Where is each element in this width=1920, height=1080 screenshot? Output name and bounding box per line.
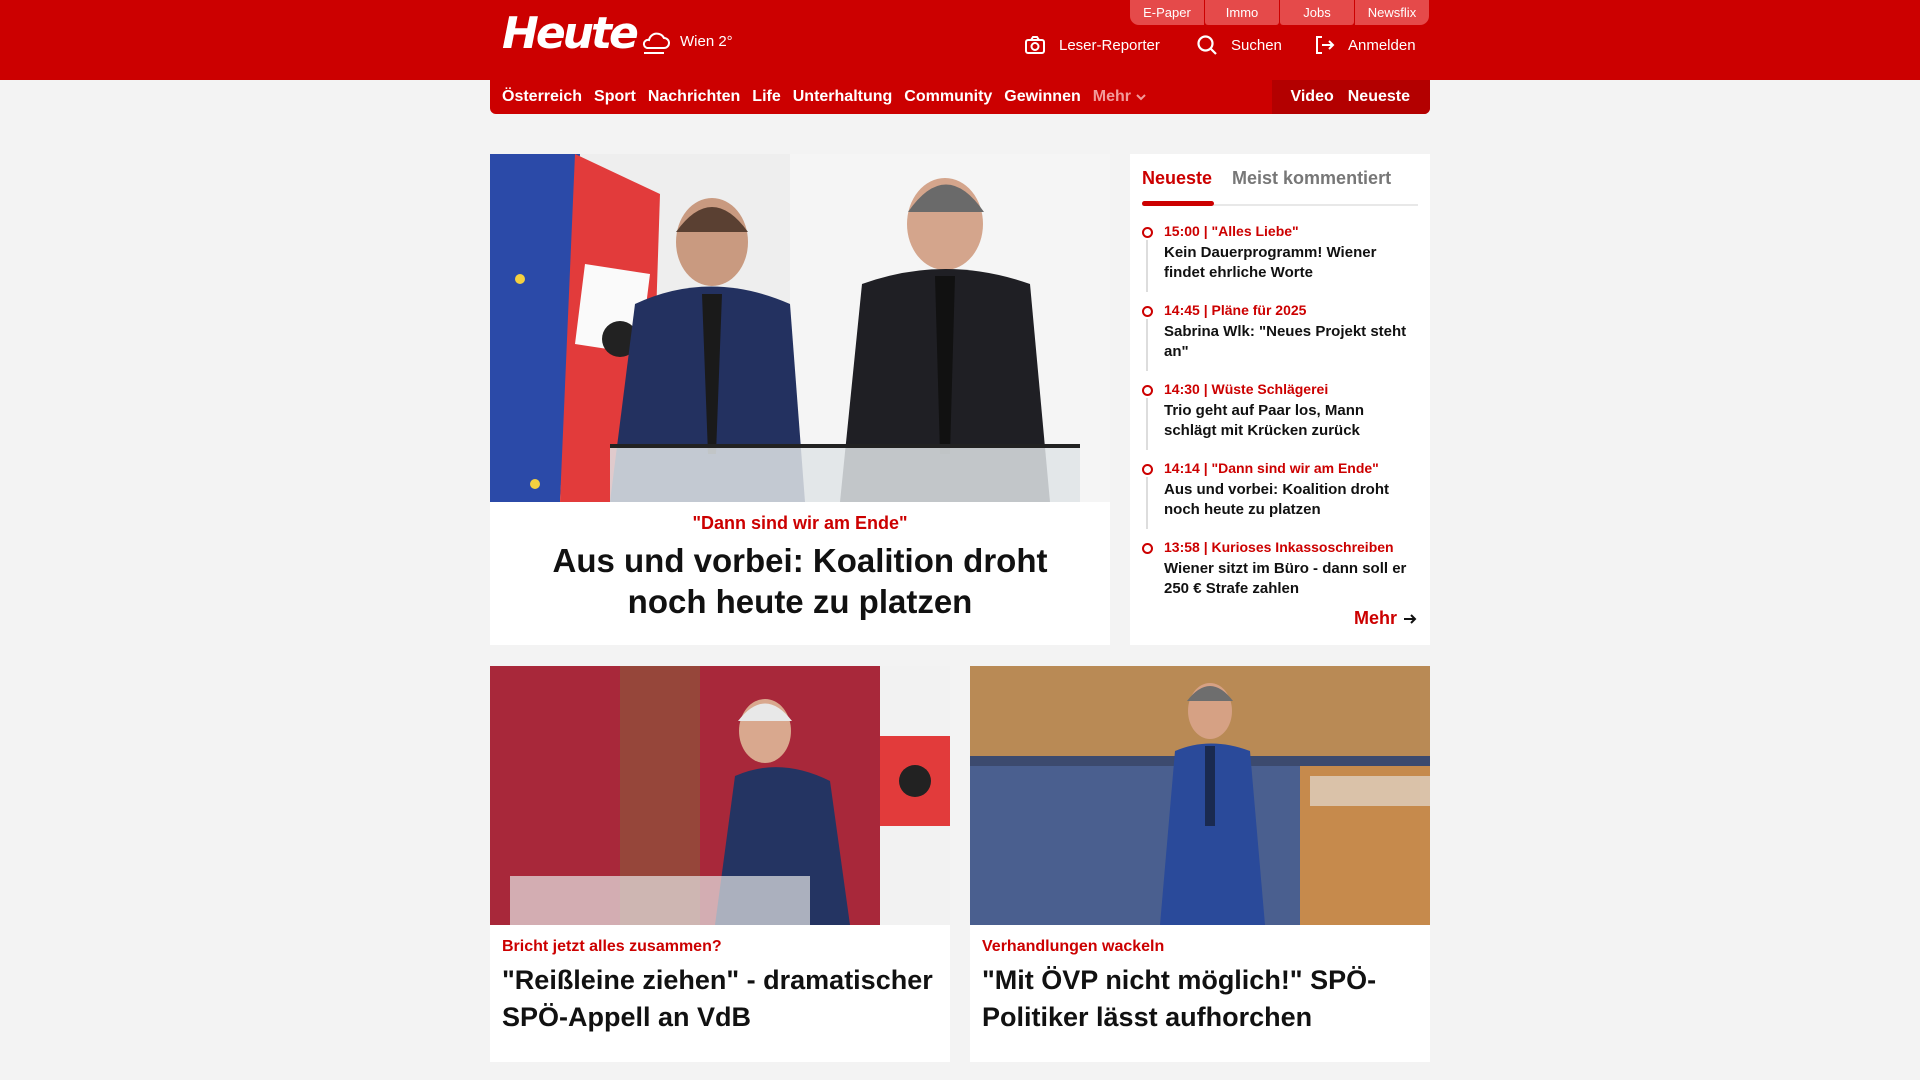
nav-item-oesterreich[interactable]: Österreich [502,88,582,106]
card-title[interactable]: "Reißleine ziehen" - dramatischer SPÖ-Ap… [502,962,938,1036]
camera-icon [1025,36,1045,54]
latest-item-title[interactable]: Sabrina Wlk: "Neues Projekt steht an" [1164,322,1418,362]
nav-item-community[interactable]: Community [904,88,992,106]
nav-item-gewinnen[interactable]: Gewinnen [1004,88,1080,106]
weather-label: Wien 2° [680,32,733,50]
article-image[interactable] [970,666,1430,925]
latest-news-panel: Neueste Meist kommentiert 15:00 | "Alles… [1130,154,1430,645]
latest-list: 15:00 | "Alles Liebe" Kein Dauerprogramm… [1142,222,1418,617]
hero-kicker: "Dann sind wir am Ende" [692,513,908,533]
latest-tabs: Neueste Meist kommentiert [1142,162,1418,206]
top-links: E-Paper Immo Jobs Newsflix [1130,0,1429,25]
timeline-line [1146,319,1148,371]
latest-item-meta: 14:30 | Wüste Schlägerei [1164,381,1329,397]
latest-item-meta: 14:14 | "Dann sind wir am Ende" [1164,460,1379,476]
latest-item[interactable]: 14:14 | "Dann sind wir am Ende" Aus und … [1142,459,1418,538]
toplink-newsflix[interactable]: Newsflix [1355,0,1429,25]
timeline-dot [1142,227,1153,238]
nav-latest[interactable]: Neueste [1348,88,1410,106]
card-kicker: Bricht jetzt alles zusammen? [502,938,722,955]
more-label: Mehr [1353,608,1397,628]
timeline-dot [1142,464,1153,475]
timeline-line [1146,398,1148,450]
timeline-line [1146,240,1148,292]
latest-item-title[interactable]: Trio geht auf Paar los, Mann schlägt mit… [1164,401,1418,441]
card-title[interactable]: "Mit ÖVP nicht möglich!" SPÖ-Politiker l… [982,962,1418,1036]
nav-item-unterhaltung[interactable]: Unterhaltung [793,88,893,106]
latest-item-meta: 15:00 | "Alles Liebe" [1164,223,1299,239]
cloud-sun-icon [642,32,670,54]
main-nav: Österreich Sport Nachrichten Life Unterh… [490,80,1430,114]
nav-item-nachrichten[interactable]: Nachrichten [648,88,740,106]
chevron-down-icon [1136,94,1146,101]
latest-item[interactable]: 14:45 | Pläne für 2025 Sabrina Wlk: "Neu… [1142,301,1418,380]
timeline-dot [1142,543,1153,554]
login-link[interactable]: Anmelden [1313,34,1416,56]
article-card[interactable]: Bricht jetzt alles zusammen? "Reißleine … [490,666,950,1062]
nav-right-group: Video Neueste [1272,80,1430,114]
latest-item[interactable]: 14:30 | Wüste Schlägerei Trio geht auf P… [1142,380,1418,459]
more-latest-link[interactable]: Mehr [1354,608,1418,629]
article-card[interactable]: Verhandlungen wackeln "Mit ÖVP nicht mög… [970,666,1430,1062]
hero-image[interactable] [490,154,1110,502]
search-label: Suchen [1231,36,1282,54]
toplink-epaper[interactable]: E-Paper [1130,0,1204,25]
timeline-dot [1142,306,1153,317]
latest-item[interactable]: 15:00 | "Alles Liebe" Kein Dauerprogramm… [1142,222,1418,301]
latest-item-title[interactable]: Wiener sitzt im Büro - dann soll er 250 … [1164,559,1418,599]
latest-item[interactable]: 13:58 | Kurioses Inkassoschreiben Wiener… [1142,538,1418,617]
nav-video[interactable]: Video [1290,88,1333,106]
hero-title[interactable]: Aus und vorbei: Koalition droht noch heu… [510,540,1090,622]
nav-more-dropdown[interactable]: Mehr [1093,88,1147,106]
leser-reporter-link[interactable]: Leser-Reporter [1024,34,1160,56]
timeline-line [1146,477,1148,529]
nav-item-sport[interactable]: Sport [594,88,636,106]
arrow-right-icon [1404,613,1417,624]
site-header: E-Paper Immo Jobs Newsflix Heute Wien 2°… [0,0,1920,80]
site-logo[interactable]: Heute [502,8,639,59]
login-label: Anmelden [1348,36,1416,54]
latest-item-meta: 14:45 | Pläne für 2025 [1164,302,1307,318]
timeline-dot [1142,385,1153,396]
search-link[interactable]: Suchen [1196,34,1282,56]
leser-reporter-label: Leser-Reporter [1059,36,1160,54]
search-icon [1197,35,1217,55]
tab-meist-kommentiert[interactable]: Meist kommentiert [1232,162,1391,204]
toplink-jobs[interactable]: Jobs [1280,0,1354,25]
hero-article[interactable]: "Dann sind wir am Ende" Aus und vorbei: … [490,154,1110,645]
login-icon [1316,36,1335,54]
weather-widget[interactable]: Wien 2° [638,26,733,56]
tab-neueste[interactable]: Neueste [1142,162,1215,206]
latest-item-title[interactable]: Kein Dauerprogramm! Wiener findet ehrlic… [1164,243,1418,283]
toplink-immo[interactable]: Immo [1205,0,1279,25]
latest-item-title[interactable]: Aus und vorbei: Koalition droht noch heu… [1164,480,1418,520]
nav-more-label: Mehr [1092,88,1131,105]
nav-item-life[interactable]: Life [752,88,780,106]
article-image[interactable] [490,666,950,925]
latest-item-meta: 13:58 | Kurioses Inkassoschreiben [1164,539,1394,555]
card-kicker: Verhandlungen wackeln [982,938,1165,955]
